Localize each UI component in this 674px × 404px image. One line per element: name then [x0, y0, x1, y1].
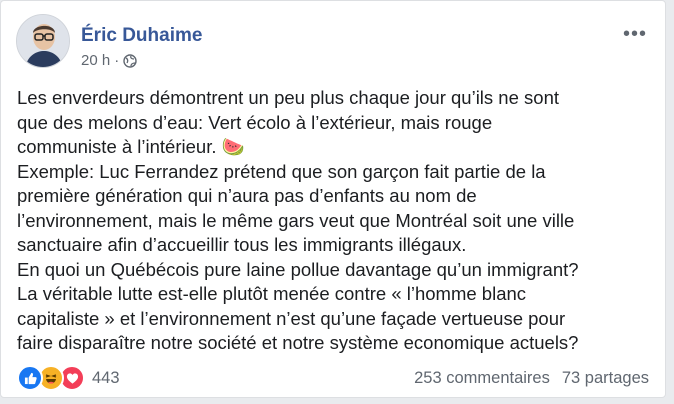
- post-body-line: Exemple: Luc Ferrandez prétend que son g…: [17, 160, 546, 182]
- post-body-line: faire disparaître notre société et notre…: [17, 332, 579, 353]
- engagement-counts: 253 commentaires 73 partages: [414, 369, 649, 388]
- post-body-line: Les enverdeurs démontrent un peu plus ch…: [17, 87, 559, 108]
- meta-separator: ·: [114, 52, 120, 69]
- post-time[interactable]: 20 h: [81, 52, 110, 69]
- post-footer: 443 253 commentaires 73 partages: [17, 365, 649, 391]
- post-body-line: En quoi un Québécois pure laine pollue d…: [17, 258, 579, 280]
- post-body: Les enverdeurs démontrent un peu plus ch…: [17, 86, 657, 356]
- post-body-line: première génération qui n’aura pas d’enf…: [17, 185, 477, 206]
- author-name[interactable]: Éric Duhaime: [81, 25, 202, 47]
- post-body-line: La véritable lutte est-elle plutôt menée…: [17, 283, 527, 304]
- avatar-portrait-icon: [17, 15, 69, 67]
- more-options-icon[interactable]: •••: [623, 24, 647, 44]
- globe-icon[interactable]: [123, 53, 137, 68]
- post-body-line: capitaliste » et l’environnement n’est q…: [17, 307, 566, 329]
- post-meta: 20 h ·: [81, 52, 137, 69]
- reactions-summary[interactable]: 443: [17, 365, 120, 391]
- post-body-line: l’environnement, mais le même gars veut …: [17, 209, 575, 231]
- like-reaction-icon: [17, 365, 43, 391]
- post-body-line: communiste à l’intérieur. 🍉: [17, 136, 245, 157]
- reaction-count[interactable]: 443: [92, 369, 120, 388]
- comments-count[interactable]: 253 commentaires: [414, 369, 550, 388]
- author-avatar[interactable]: [16, 14, 70, 68]
- facebook-post: Éric Duhaime 20 h · ••• Les enverdeurs d…: [0, 0, 666, 398]
- post-body-line: que des melons d’eau: Vert écolo à l’ext…: [17, 111, 493, 133]
- post-body-line: sanctuaire afin d’accueillir tous les im…: [17, 234, 467, 255]
- shares-count[interactable]: 73 partages: [562, 369, 649, 388]
